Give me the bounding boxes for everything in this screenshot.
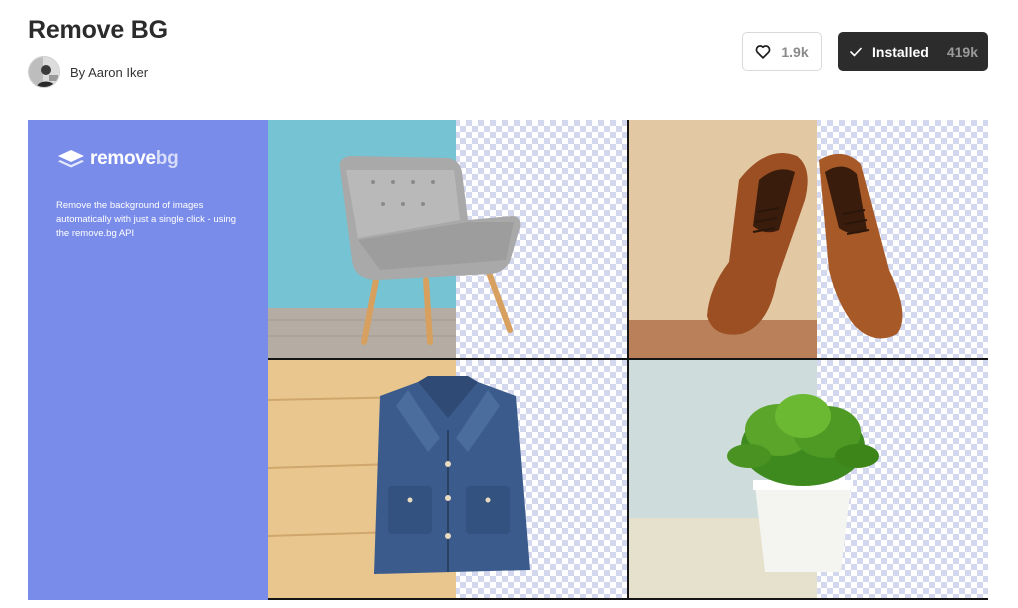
install-count: 419k — [946, 43, 978, 60]
chair-image — [339, 156, 521, 345]
plant-image — [727, 394, 879, 572]
layers-logo-icon — [58, 150, 84, 168]
example-shirt — [268, 360, 627, 598]
installed-label: Installed — [872, 43, 929, 60]
brand-panel: removebg Remove the background of images… — [28, 120, 268, 600]
plugin-title: Remove BG — [28, 16, 168, 44]
brand-tagline: Remove the background of images automati… — [56, 200, 237, 239]
brand-name-main: remove — [90, 148, 156, 169]
cover-image: removebg Remove the background of images… — [28, 120, 988, 600]
example-grid — [268, 120, 988, 600]
like-count: 1.9k — [781, 43, 809, 60]
example-plant — [629, 360, 988, 598]
example-shoes — [629, 120, 988, 358]
like-button[interactable]: 1.9k — [742, 32, 822, 71]
heart-icon — [755, 45, 771, 59]
author-avatar[interactable] — [28, 56, 60, 88]
check-icon — [850, 47, 862, 56]
shirt-image — [374, 376, 530, 574]
shoes-image — [707, 153, 903, 339]
brand-logo: removebg — [56, 148, 179, 170]
author-name[interactable]: By Aaron Iker — [70, 65, 148, 80]
brand-name: removebg — [90, 148, 179, 170]
example-chair — [268, 120, 627, 358]
author-row[interactable]: By Aaron Iker — [28, 56, 148, 88]
installed-button[interactable]: Installed 419k — [838, 32, 988, 71]
brand-name-accent: bg — [155, 148, 179, 169]
